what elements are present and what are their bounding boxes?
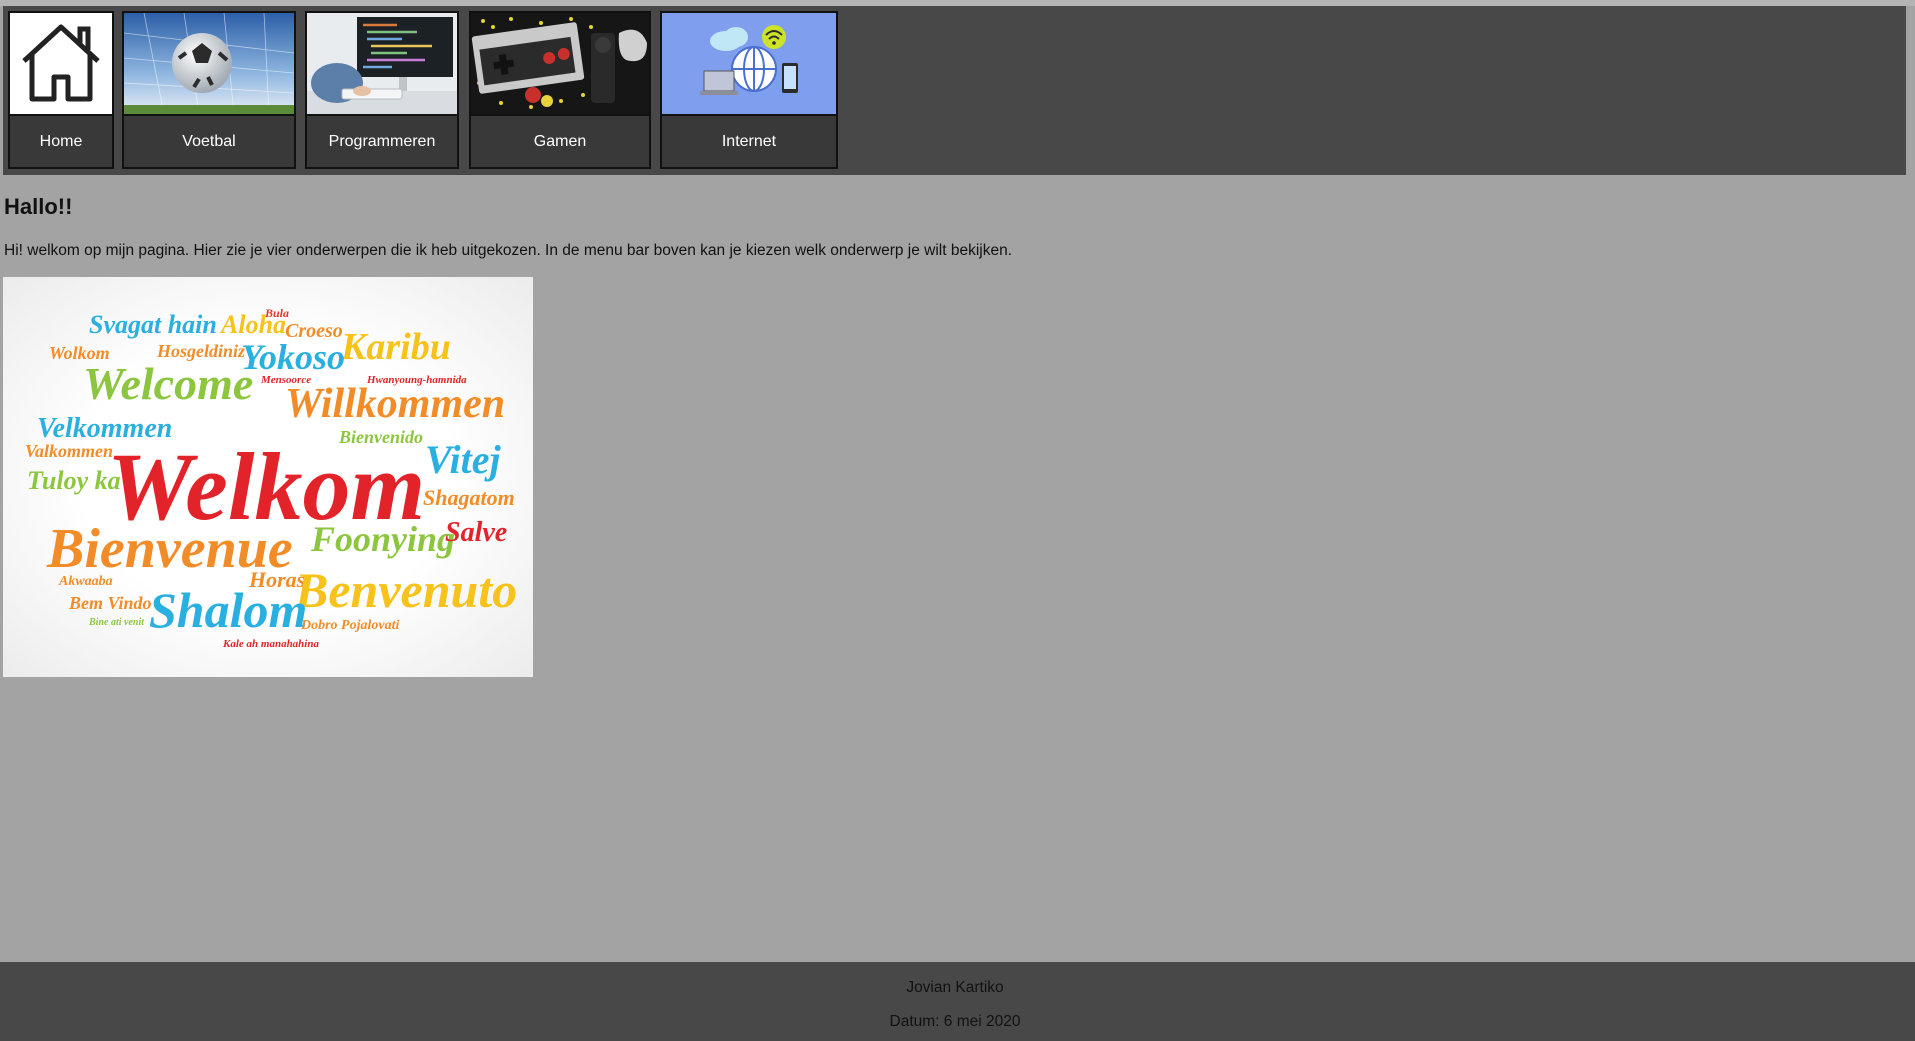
- nav-item-home[interactable]: Home: [8, 11, 114, 169]
- cloud-word: Benvenuto: [294, 562, 517, 618]
- welcome-word-cloud-image: Svagat hain Aloha Bula Croeso Karibu Wol…: [3, 277, 533, 677]
- nav-label-programmeren: Programmeren: [328, 132, 436, 150]
- nav-label-gamen: Gamen: [533, 132, 587, 150]
- cloud-word: Kale ah manahahina: [222, 638, 319, 650]
- cloud-word: Shalom: [149, 582, 307, 638]
- cloud-word: Valkommen: [25, 441, 113, 461]
- footer-date: Datum: 6 mei 2020: [889, 1013, 1021, 1030]
- page-heading: Hallo!!: [4, 194, 73, 219]
- nav-bar: Home Voetbal Programmeren Gamen Internet: [3, 6, 1906, 175]
- cloud-word: Salve: [445, 517, 507, 548]
- soccer-ball-icon: [124, 13, 294, 116]
- cloud-word: Yokoso: [241, 337, 345, 377]
- footer: Jovian Kartiko Datum: 6 mei 2020: [0, 962, 1915, 1041]
- house-icon: [10, 13, 112, 116]
- globe-devices-icon: [662, 13, 836, 116]
- cloud-word: Dobro Pojalovati: [300, 618, 399, 633]
- cloud-word: Shagatom: [423, 485, 515, 510]
- footer-author: Jovian Kartiko: [906, 979, 1004, 996]
- programming-icon: [307, 13, 457, 116]
- intro-text: Hi! welkom op mijn pagina. Hier zie je v…: [4, 242, 1013, 259]
- cloud-word: Bine ati venit: [88, 617, 145, 628]
- cloud-word: Mensoorce: [260, 374, 311, 386]
- nav-label-voetbal: Voetbal: [182, 132, 236, 150]
- nav-item-internet[interactable]: Internet: [660, 11, 838, 169]
- cloud-word: Vitej: [425, 437, 501, 482]
- nav-item-voetbal[interactable]: Voetbal: [122, 11, 296, 169]
- cloud-word: Tuloy ka: [27, 466, 121, 495]
- cloud-word: Bienvenido: [338, 427, 423, 447]
- cloud-word: Akwaaba: [58, 574, 113, 589]
- game-controller-icon: [471, 13, 649, 116]
- cloud-word: Karibu: [340, 326, 451, 368]
- nav-label-home: Home: [39, 132, 83, 150]
- cloud-word: Willkommen: [285, 381, 505, 427]
- cloud-word: Bula: [264, 306, 289, 320]
- cloud-word: Svagat hain: [89, 310, 217, 339]
- cloud-word: Foonying: [310, 519, 455, 559]
- nav-item-programmeren[interactable]: Programmeren: [305, 11, 459, 169]
- nav-label-internet: Internet: [721, 132, 777, 150]
- nav-item-gamen[interactable]: Gamen: [469, 11, 651, 169]
- cloud-word: Welcome: [83, 358, 253, 409]
- cloud-word: Hwanyoung-hamnida: [366, 374, 467, 386]
- cloud-word: Bem Vindo: [68, 593, 152, 613]
